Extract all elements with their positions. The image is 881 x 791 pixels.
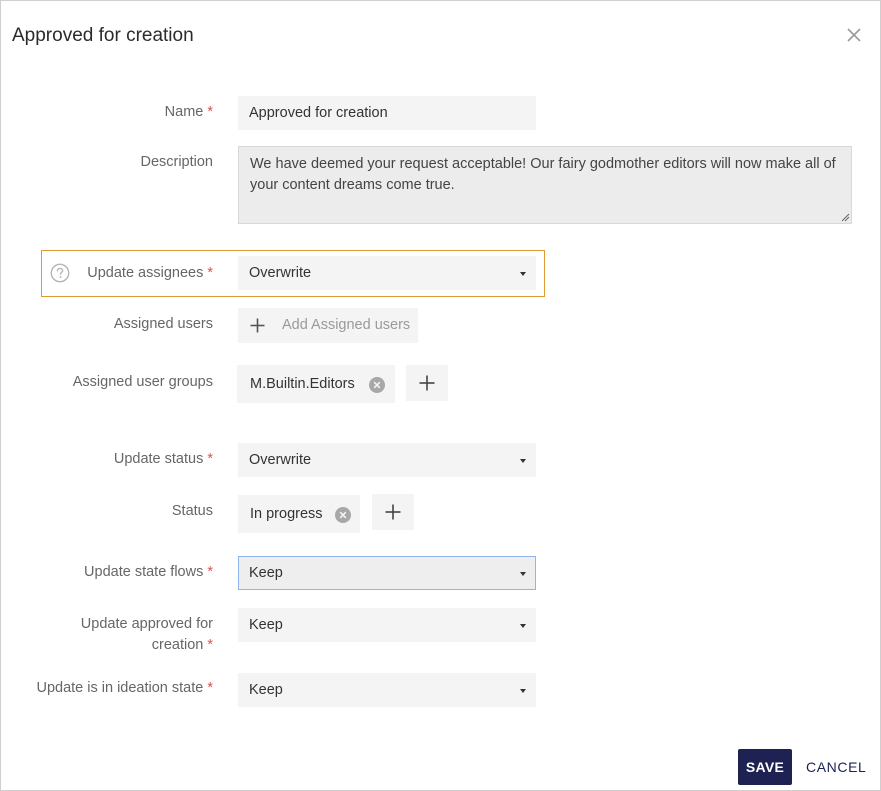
save-button[interactable]: SAVE <box>738 749 792 785</box>
cancel-button[interactable]: CANCEL <box>806 749 866 785</box>
update-assignees-label-text: Update assignees <box>87 265 204 281</box>
caret-down-icon <box>520 572 526 576</box>
status-chip-label: In progress <box>250 506 323 522</box>
update-status-label: Update status * <box>1 449 213 470</box>
name-input[interactable]: Approved for creation <box>238 96 536 130</box>
assigned-user-groups-label-text: Assigned user groups <box>72 374 213 390</box>
required-marker: * <box>207 680 213 696</box>
update-approved-label-line1: Update approved for <box>80 616 213 632</box>
add-status-button[interactable] <box>372 494 414 530</box>
update-status-value: Overwrite <box>249 452 312 468</box>
name-label-text: Name <box>164 104 204 120</box>
required-marker: * <box>207 637 213 653</box>
assigned-users-label: Assigned users <box>1 314 213 335</box>
update-ideation-state-select[interactable]: Keep <box>238 673 536 707</box>
update-assignees-select[interactable]: Overwrite <box>238 256 536 290</box>
user-group-chip: M.Builtin.Editors <box>237 365 395 403</box>
assigned-user-groups-label: Assigned user groups <box>1 372 213 393</box>
status-chip: In progress <box>238 495 360 533</box>
add-assigned-users-button[interactable]: Add Assigned users <box>238 308 418 343</box>
status-label-text: Status <box>171 503 213 519</box>
update-assignees-value: Overwrite <box>249 265 312 281</box>
add-assigned-users-label: Add Assigned users <box>282 317 411 333</box>
status-label: Status <box>1 501 213 522</box>
required-marker: * <box>207 564 213 580</box>
update-approved-for-creation-label: Update approved for creation * <box>1 614 213 656</box>
update-ideation-state-label: Update is in ideation state * <box>1 678 213 699</box>
update-ideation-value: Keep <box>249 682 283 698</box>
plus-icon <box>250 318 265 333</box>
description-label-text: Description <box>140 154 213 170</box>
update-status-label-text: Update status <box>113 451 204 467</box>
update-status-select[interactable]: Overwrite <box>238 443 536 477</box>
caret-down-icon <box>520 689 526 693</box>
remove-chip-icon[interactable] <box>369 377 385 393</box>
resize-handle-icon[interactable] <box>840 212 850 222</box>
description-value: We have deemed your request acceptable! … <box>250 156 836 193</box>
plus-icon <box>385 504 401 520</box>
caret-down-icon <box>520 459 526 463</box>
update-state-flows-value: Keep <box>249 565 283 581</box>
update-state-flows-select[interactable]: Keep <box>238 556 536 590</box>
update-state-flows-label: Update state flows * <box>1 562 213 583</box>
name-label: Name * <box>1 102 213 123</box>
update-approved-value: Keep <box>249 617 283 633</box>
user-group-chip-label: M.Builtin.Editors <box>250 376 355 392</box>
update-approved-label-line2: creation <box>151 637 204 653</box>
required-marker: * <box>207 451 213 467</box>
update-approved-for-creation-select[interactable]: Keep <box>238 608 536 642</box>
add-user-group-button[interactable] <box>406 365 448 401</box>
update-assignees-label: Update assignees * <box>1 263 213 284</box>
description-textarea[interactable]: We have deemed your request acceptable! … <box>238 146 852 224</box>
required-marker: * <box>207 265 213 281</box>
update-state-flows-label-text: Update state flows <box>84 564 204 580</box>
plus-icon <box>419 375 435 391</box>
assigned-users-label-text: Assigned users <box>113 316 213 332</box>
required-marker: * <box>207 104 213 120</box>
dialog: Approved for creation Name * Approved for… <box>0 0 881 791</box>
remove-chip-icon[interactable] <box>335 507 351 523</box>
dialog-title: Approved for creation <box>12 25 194 46</box>
close-icon[interactable] <box>844 25 864 45</box>
name-input-value: Approved for creation <box>249 105 388 121</box>
caret-down-icon <box>520 272 526 276</box>
update-ideation-label-text: Update is in ideation state <box>36 680 204 696</box>
caret-down-icon <box>520 624 526 628</box>
description-label: Description <box>1 152 213 173</box>
